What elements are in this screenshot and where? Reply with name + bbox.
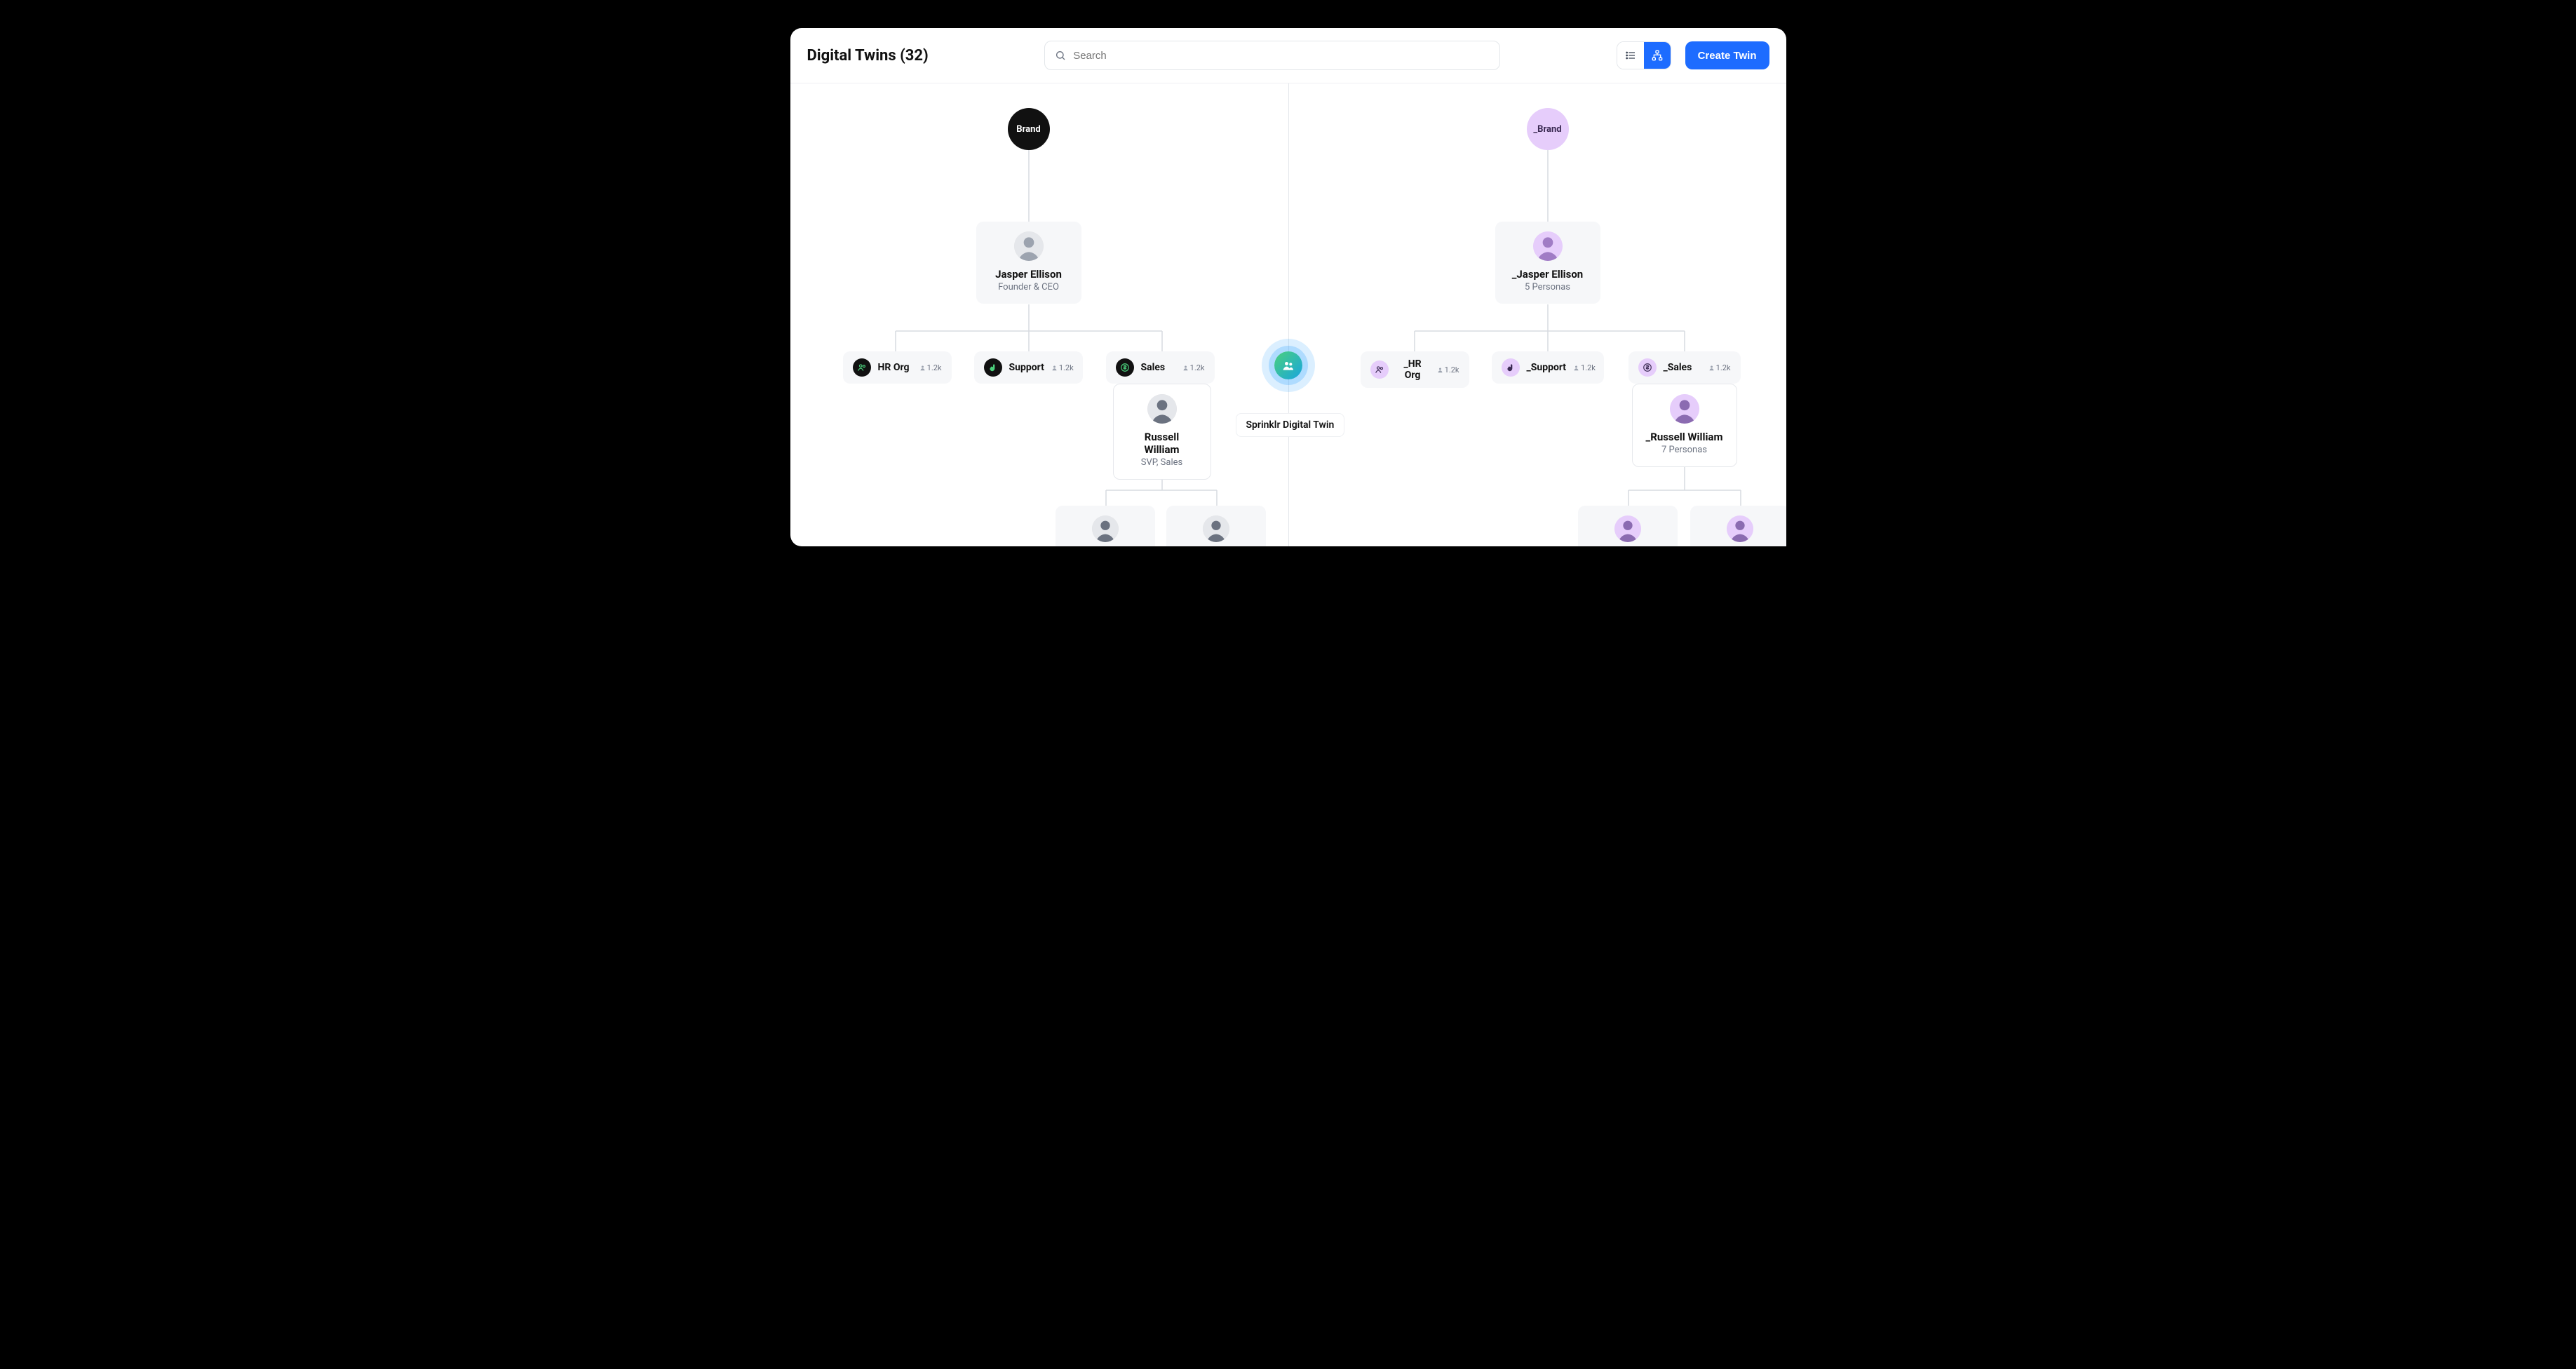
avatar <box>1092 515 1119 542</box>
person-name: _Russell William <box>1646 431 1723 443</box>
hand-icon <box>984 358 1002 377</box>
dept-label: HR Org <box>878 362 910 373</box>
brand-node-left[interactable]: Brand <box>1008 108 1050 150</box>
dept-label: _Support <box>1527 362 1567 373</box>
dept-count: 1.2k <box>1708 363 1731 372</box>
dept-node-sales[interactable]: Sales 1.2k <box>1106 351 1215 384</box>
avatar <box>1727 515 1753 542</box>
dept-node-sales-twin[interactable]: _Sales 1.2k <box>1628 351 1741 384</box>
person-node-franklin[interactable]: Franklin Ball VP, Sales <box>1056 506 1155 546</box>
dept-label: Sales <box>1141 362 1166 373</box>
person-title: Founder & CEO <box>998 282 1059 292</box>
person-subtitle: 5 Personas <box>1525 282 1570 292</box>
app-window: Digital Twins (32) Create Twin <box>790 28 1786 546</box>
avatar <box>1670 394 1699 424</box>
avatar <box>1014 231 1044 261</box>
create-twin-button[interactable]: Create Twin <box>1685 41 1769 69</box>
avatar <box>1533 231 1563 261</box>
list-icon <box>1625 50 1636 61</box>
dept-node-hr-twin[interactable]: _HR Org 1.2k <box>1361 351 1469 388</box>
person-tiny-icon <box>1437 367 1443 373</box>
person-tiny-icon <box>1708 365 1715 371</box>
users-icon <box>1370 360 1389 379</box>
person-node-rorie[interactable]: Rorie Weeks VP, Sales <box>1166 506 1266 546</box>
dept-node-support-twin[interactable]: _Support 1.2k <box>1492 351 1604 384</box>
person-node-rorie-twin[interactable]: _Rorie Weeks 3 Personas <box>1690 506 1786 546</box>
digital-twin-label: Sprinklr Digital Twin <box>1236 413 1345 437</box>
dept-count: 1.2k <box>1051 363 1074 372</box>
list-view-button[interactable] <box>1617 42 1644 69</box>
users-icon <box>853 358 871 377</box>
dept-node-support[interactable]: Support 1.2k <box>974 351 1083 384</box>
search-field[interactable] <box>1044 41 1500 70</box>
person-tiny-icon <box>1051 365 1058 371</box>
person-node-jasper-twin[interactable]: _Jasper Ellison 5 Personas <box>1495 222 1600 304</box>
search-icon <box>1055 50 1066 61</box>
brand-node-right[interactable]: _Brand <box>1527 108 1569 150</box>
dollar-icon <box>1638 358 1657 377</box>
org-canvas: Brand Jasper Ellison Founder & CEO HR Or… <box>790 83 1786 546</box>
hand-icon <box>1502 358 1520 377</box>
avatar <box>1147 394 1177 424</box>
person-node-franklin-twin[interactable]: _Franklin Ball 8 Personas <box>1578 506 1678 546</box>
person-tiny-icon <box>919 365 926 371</box>
person-name: Russell William <box>1126 431 1198 456</box>
tree-icon <box>1652 50 1663 61</box>
dept-label: _HR Org <box>1396 358 1430 381</box>
avatar <box>1203 515 1229 542</box>
brand-label: Brand <box>1016 124 1040 135</box>
dept-label: Support <box>1009 362 1044 373</box>
dept-label: _Sales <box>1664 362 1692 373</box>
brand-label: _Brand <box>1533 124 1561 135</box>
person-name: _Jasper Ellison <box>1512 268 1583 281</box>
avatar <box>1614 515 1641 542</box>
page-title: Digital Twins (32) <box>807 47 929 65</box>
person-node-jasper[interactable]: Jasper Ellison Founder & CEO <box>976 222 1081 304</box>
twin-people-icon <box>1281 358 1295 372</box>
person-node-russell-twin[interactable]: _Russell William 7 Personas <box>1632 384 1737 467</box>
person-node-russell[interactable]: Russell William SVP, Sales <box>1113 384 1211 480</box>
search-input[interactable] <box>1073 50 1490 62</box>
person-title: SVP, Sales <box>1141 457 1182 468</box>
view-toggle <box>1617 41 1671 69</box>
dept-count: 1.2k <box>919 363 942 372</box>
header-bar: Digital Twins (32) Create Twin <box>790 28 1786 83</box>
center-divider <box>1288 83 1289 546</box>
search-wrap <box>943 41 1603 70</box>
person-name: Jasper Ellison <box>995 268 1062 281</box>
digital-twin-badge[interactable] <box>1274 351 1302 379</box>
person-subtitle: 7 Personas <box>1661 445 1707 455</box>
dollar-icon <box>1116 358 1134 377</box>
person-tiny-icon <box>1182 365 1189 371</box>
dept-count: 1.2k <box>1573 363 1596 372</box>
dept-count: 1.2k <box>1182 363 1205 372</box>
dept-node-hr[interactable]: HR Org 1.2k <box>843 351 952 384</box>
person-tiny-icon <box>1573 365 1579 371</box>
dept-count: 1.2k <box>1437 365 1459 375</box>
tree-view-button[interactable] <box>1644 42 1671 69</box>
